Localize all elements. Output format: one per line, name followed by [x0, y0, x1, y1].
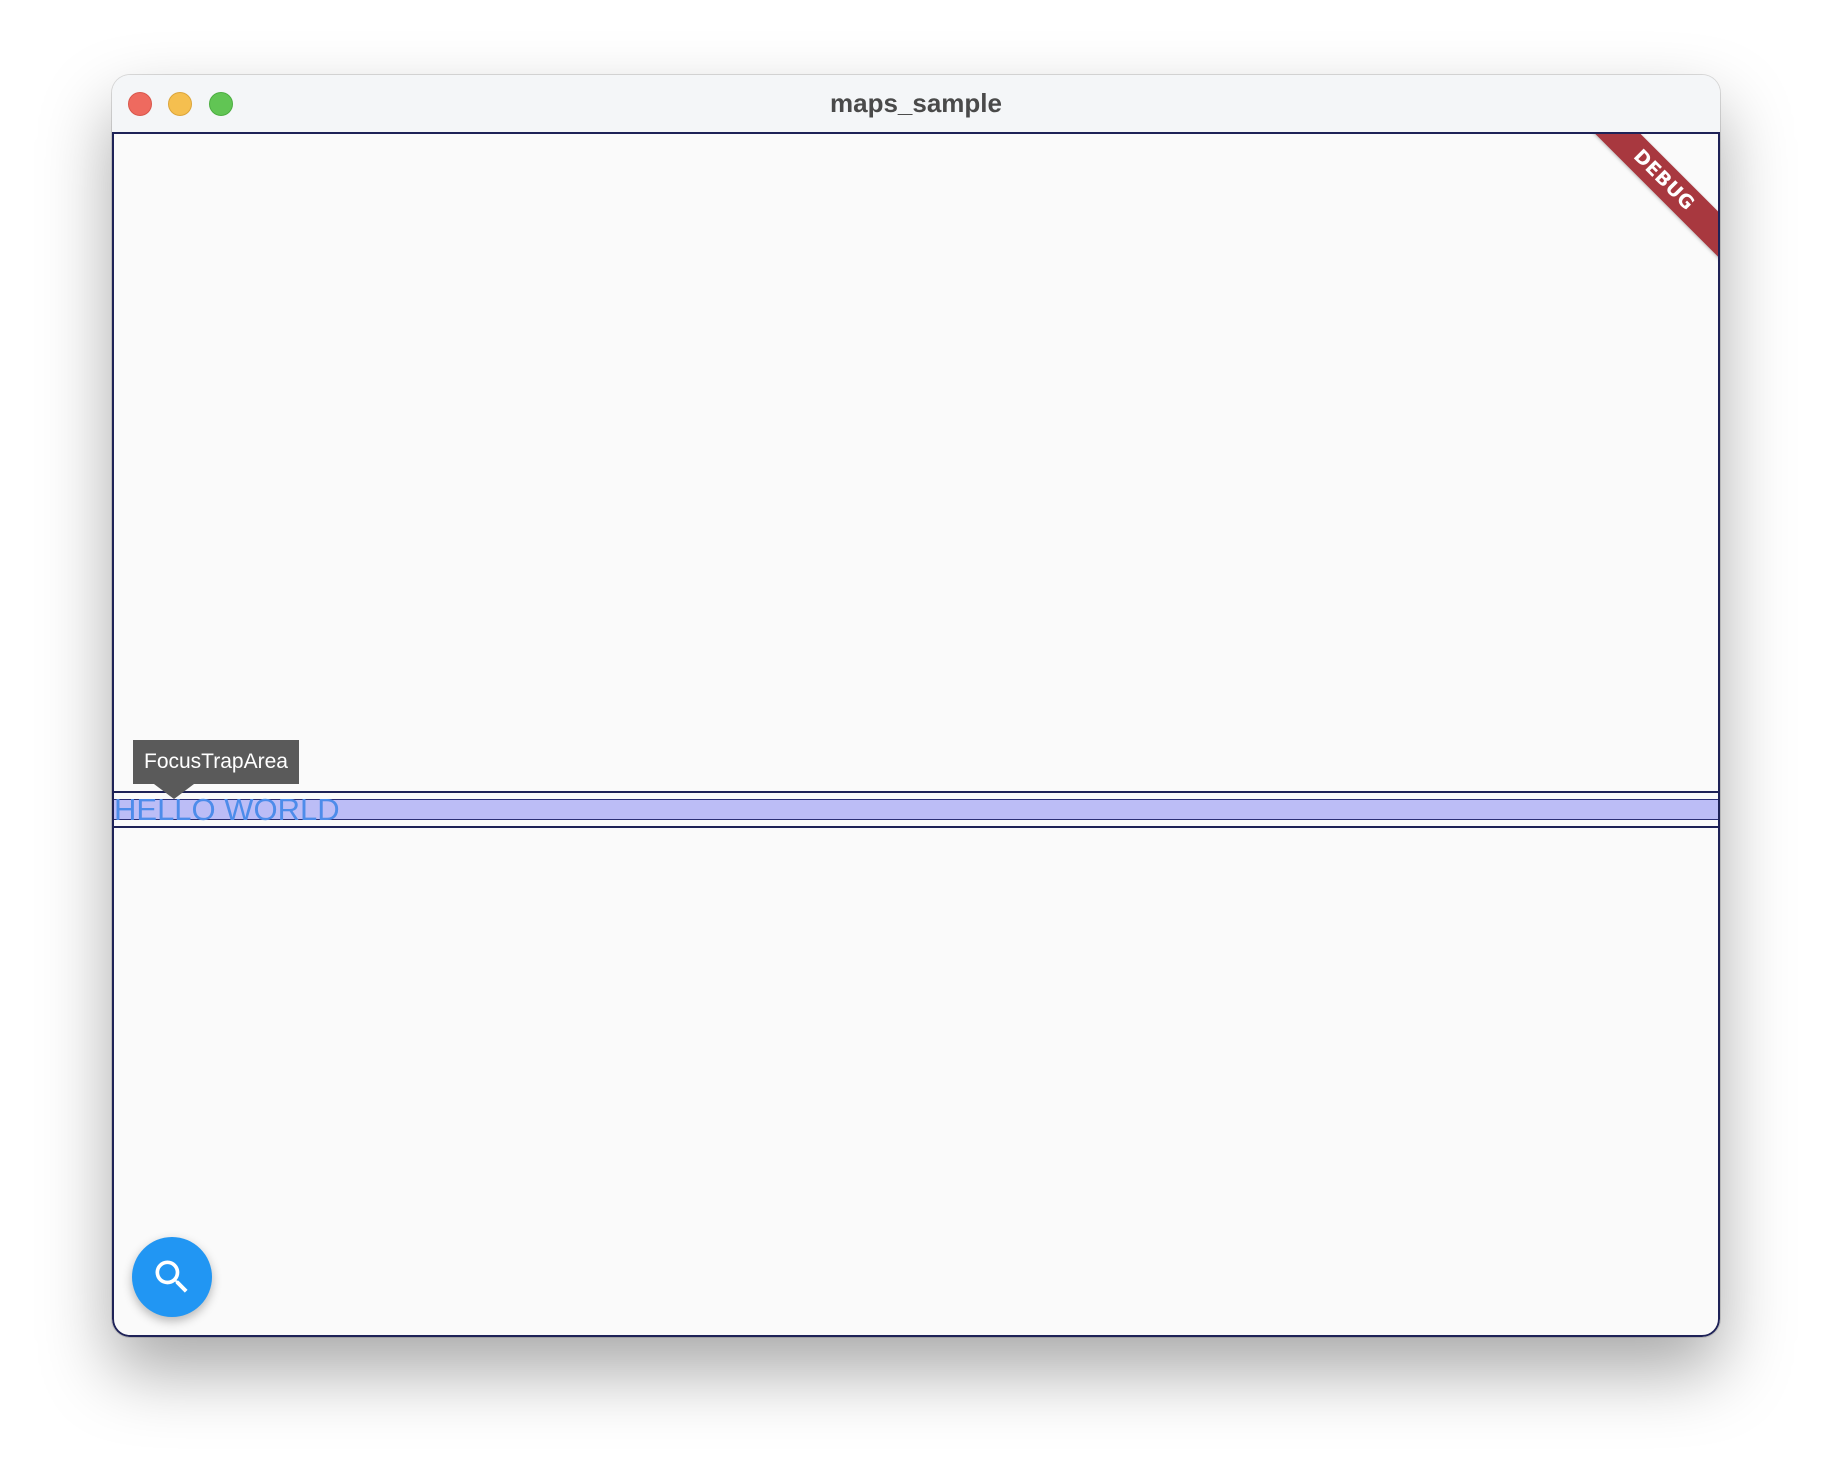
title-bar[interactable]: maps_sample: [112, 75, 1720, 132]
debug-banner: DEBUG: [1567, 134, 1718, 277]
text-field-value[interactable]: HELLO WORLD: [114, 792, 340, 828]
app-content: DEBUG HELLO WORLD FocusTrapArea: [112, 132, 1720, 1337]
tooltip-arrow: [154, 784, 194, 799]
search-fab-button[interactable]: [132, 1237, 212, 1317]
window-title: maps_sample: [830, 88, 1002, 118]
text-field-selection[interactable]: [114, 799, 1718, 820]
close-window-button[interactable]: [128, 92, 152, 116]
search-icon: [155, 1260, 188, 1293]
minimize-window-button[interactable]: [168, 92, 192, 116]
focus-trap-tooltip: FocusTrapArea: [133, 740, 299, 784]
zoom-window-button[interactable]: [209, 92, 233, 116]
app-window: maps_sample DEBUG HELLO WORLD FocusTrapA…: [112, 75, 1720, 1337]
